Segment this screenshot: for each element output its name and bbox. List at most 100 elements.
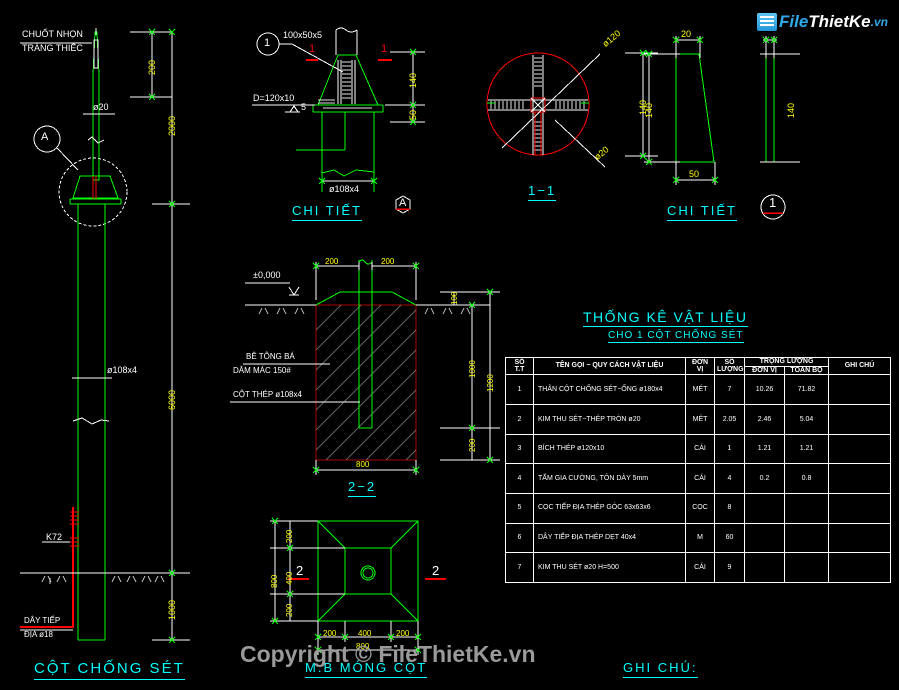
table-row: 2 KIM THU SÉT−THÉP TRÒN ø20 MÉT 2.05 2.4… xyxy=(505,404,891,435)
cell-weight-unit: 0.2 xyxy=(744,463,785,494)
cell-no: 5 xyxy=(505,493,534,524)
pipe-dia-label: ø108x4 xyxy=(107,365,138,375)
section-mark-2-right: 2 xyxy=(432,563,440,578)
rod-dia-label: ø20 xyxy=(93,102,109,112)
cell-name: THÂN CỘT CHỐNG SÉT−ỐNG ø180x4 xyxy=(533,374,686,406)
section-mark-1-left: 1 xyxy=(309,43,316,55)
header-no: SỐ T.T xyxy=(505,356,534,376)
cell-qty: 4 xyxy=(714,463,745,494)
weld-symbol-label: 5 xyxy=(301,102,307,112)
header-qty: SỐ LƯỢNG xyxy=(714,356,745,376)
title-detail-rib: CHI TIẾT xyxy=(667,203,737,221)
cell-qty: 8 xyxy=(714,493,745,524)
notes-title: GHI CHÚ: xyxy=(623,660,698,678)
cell-weight-unit xyxy=(744,552,785,583)
dim-rib-right-140: 140 xyxy=(786,102,796,118)
concrete-label-2: DĂM MÁC 150# xyxy=(233,366,291,375)
title-column-elevation: CỘT CHỐNG SÉT xyxy=(34,660,185,680)
flange-spec-label: D=120x10 xyxy=(253,93,295,103)
cell-name: KIM THU SÉT−THÉP TRÒN ø20 xyxy=(533,404,686,435)
dim-plan-mid-400: 400 xyxy=(358,629,372,638)
cell-weight-unit: 1.21 xyxy=(744,433,785,465)
dim-f-right-200: 200 xyxy=(381,257,395,266)
column-steel-label: CỘT THÉP ø108x4 xyxy=(233,390,302,399)
header-weight-unit: ĐƠN VỊ xyxy=(744,365,785,376)
header-qty-line1: SỐ xyxy=(724,358,735,366)
header-note: GHI CHÚ xyxy=(828,356,891,376)
cell-note xyxy=(828,493,891,524)
dim-plan-v-mid-400: 400 xyxy=(285,571,294,585)
table-row: 1 THÂN CỘT CHỐNG SÉT−ỐNG ø180x4 MÉT 7 10… xyxy=(505,374,891,406)
plate-spec-label: 100x50x5 xyxy=(283,30,323,40)
dim-upper-2000: 2000 xyxy=(167,115,177,136)
section-mark-2-left: 2 xyxy=(296,563,304,578)
cell-weight-total: 1.21 xyxy=(784,433,829,465)
dim-f-total-1200: 1200 xyxy=(486,374,495,392)
logo-text-vn: .vn xyxy=(870,15,888,29)
cell-weight-unit xyxy=(744,493,785,524)
dim-plan-left-200: 200 xyxy=(323,629,337,638)
dim-buried-1000: 1000 xyxy=(167,599,177,620)
drawing-geometry xyxy=(20,27,800,655)
table-row: 4 TẤM GIA CƯỜNG, TÔN DÀY 5mm CÁI 4 0.2 0… xyxy=(505,463,891,494)
dim-f-left-200: 200 xyxy=(325,257,339,266)
cell-no: 6 xyxy=(505,522,534,554)
dim-rib-top-20: 20 xyxy=(681,29,692,39)
cell-name: KIM THU SÉT ø20 H=500 xyxy=(533,552,686,583)
book-icon xyxy=(757,13,777,31)
cell-qty: 60 xyxy=(714,522,745,554)
cell-weight-total xyxy=(784,522,829,554)
cell-weight-total xyxy=(784,493,829,524)
table-row: 5 CỌC TIẾP ĐỊA THÉP GÓC 63x63x6 CỌC 8 xyxy=(505,493,891,524)
cell-note xyxy=(828,522,891,554)
cell-name: DÂY TIẾP ĐỊA THÉP DẸT 40x4 xyxy=(533,522,686,554)
cell-qty: 7 xyxy=(714,374,745,406)
table-header-row: SỐ T.T TÊN GỌI − QUY CÁCH VẬT LIỆU ĐƠN V… xyxy=(505,356,891,376)
cell-unit: M xyxy=(685,522,715,554)
level-mark-label: ±0,000 xyxy=(253,270,281,280)
header-unit-line2: VỊ xyxy=(696,366,704,374)
cell-weight-total xyxy=(784,552,829,583)
cell-weight-unit: 2.46 xyxy=(744,404,785,435)
weld-mark-label: K72 xyxy=(46,532,63,542)
header-unit-line1: ĐƠN xyxy=(691,358,709,366)
cell-note xyxy=(828,433,891,465)
cell-weight-total: 71.82 xyxy=(784,374,829,406)
header-no-line1: SỐ xyxy=(514,358,525,366)
cell-no: 4 xyxy=(505,463,534,494)
cell-unit: CÁI xyxy=(685,433,715,465)
dim-body-6000: 6000 xyxy=(167,389,177,410)
ground-wire-label-2: ĐỊA ø18 xyxy=(24,630,53,639)
dim-head-140: 140 xyxy=(408,72,418,88)
cell-no: 1 xyxy=(505,374,534,406)
dim-rib-bottom-50: 50 xyxy=(689,169,700,179)
cell-weight-unit xyxy=(744,522,785,554)
header-weight-total: TOÀN BỘ xyxy=(784,365,829,376)
section-mark-1-right: 1 xyxy=(381,43,388,55)
cell-unit: CỌC xyxy=(685,493,715,524)
cell-qty: 2.05 xyxy=(714,404,745,435)
cell-qty: 9 xyxy=(714,552,745,583)
table-row: 3 BÍCH THÉP ø120x10 CÁI 1 1.21 1.21 xyxy=(505,433,891,465)
material-table: SỐ T.T TÊN GỌI − QUY CÁCH VẬT LIỆU ĐƠN V… xyxy=(505,356,891,583)
header-unit: ĐƠN VỊ xyxy=(685,356,715,376)
dim-head-50: 50 xyxy=(408,109,418,120)
copyright-watermark: Copyright © FileThietKe.vn xyxy=(240,641,536,667)
title-section-2-2: 2−2 xyxy=(348,479,377,497)
cell-name: CỌC TIẾP ĐỊA THÉP GÓC 63x63x6 xyxy=(533,493,686,524)
detail-pipe-dia-label: ø108x4 xyxy=(329,184,360,194)
cell-no: 7 xyxy=(505,552,534,583)
cell-unit: MÉT xyxy=(685,374,715,406)
logo-text-ke: Ke xyxy=(848,12,871,31)
dim-plan-v-top-200: 200 xyxy=(285,529,294,543)
cell-qty: 1 xyxy=(714,433,745,465)
title-detail-head: CHI TIẾT xyxy=(292,203,362,221)
dim-plan-v-bottom-200: 200 xyxy=(285,603,294,617)
cell-name: TẤM GIA CƯỜNG, TÔN DÀY 5mm xyxy=(533,463,686,494)
cell-name: BÍCH THÉP ø120x10 xyxy=(533,433,686,465)
material-table-subtitle: CHO 1 CỘT CHỐNG SÉT xyxy=(608,330,744,343)
dim-f-depth-1000: 1000 xyxy=(468,360,477,378)
dim-plan-height-800: 800 xyxy=(270,574,279,588)
cad-drawing-canvas: CHUỐT NHỌN TRÁNG THIẾC ø20 ø108x4 K72 DÂ… xyxy=(0,0,899,690)
header-weight-group: TRỌNG LƯỢNG xyxy=(744,357,829,367)
